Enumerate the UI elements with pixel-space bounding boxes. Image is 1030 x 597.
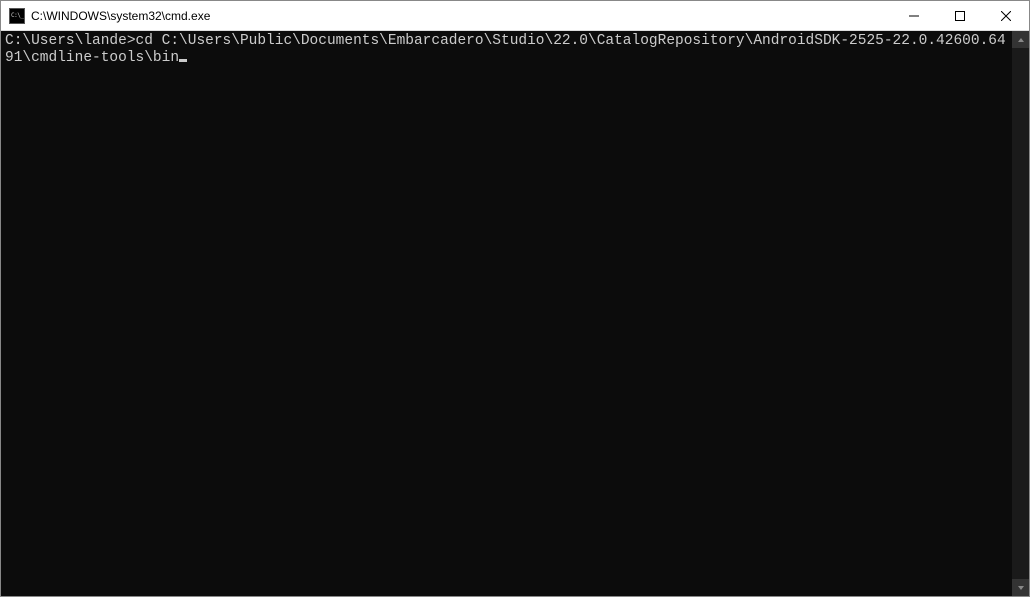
close-icon <box>1001 11 1011 21</box>
chevron-up-icon <box>1017 36 1025 44</box>
cmd-window: C:\WINDOWS\system32\cmd.exe C:\Users\lan <box>0 0 1030 597</box>
scrollbar-up-button[interactable] <box>1012 31 1029 48</box>
cmd-icon <box>9 8 25 24</box>
vertical-scrollbar[interactable] <box>1012 31 1029 596</box>
terminal-wrapper: C:\Users\lande>cd C:\Users\Public\Docume… <box>1 31 1029 596</box>
terminal-cursor <box>179 59 187 62</box>
titlebar[interactable]: C:\WINDOWS\system32\cmd.exe <box>1 1 1029 31</box>
terminal-prompt: C:\Users\lande> <box>5 33 136 49</box>
terminal[interactable]: C:\Users\lande>cd C:\Users\Public\Docume… <box>1 31 1012 596</box>
window-title: C:\WINDOWS\system32\cmd.exe <box>31 9 891 23</box>
scrollbar-down-button[interactable] <box>1012 579 1029 596</box>
scrollbar-track[interactable] <box>1012 48 1029 579</box>
maximize-icon <box>955 11 965 21</box>
close-button[interactable] <box>983 1 1029 30</box>
terminal-command: cd C:\Users\Public\Documents\Embarcadero… <box>5 33 1006 66</box>
window-controls <box>891 1 1029 30</box>
minimize-button[interactable] <box>891 1 937 30</box>
maximize-button[interactable] <box>937 1 983 30</box>
minimize-icon <box>909 11 919 21</box>
chevron-down-icon <box>1017 584 1025 592</box>
